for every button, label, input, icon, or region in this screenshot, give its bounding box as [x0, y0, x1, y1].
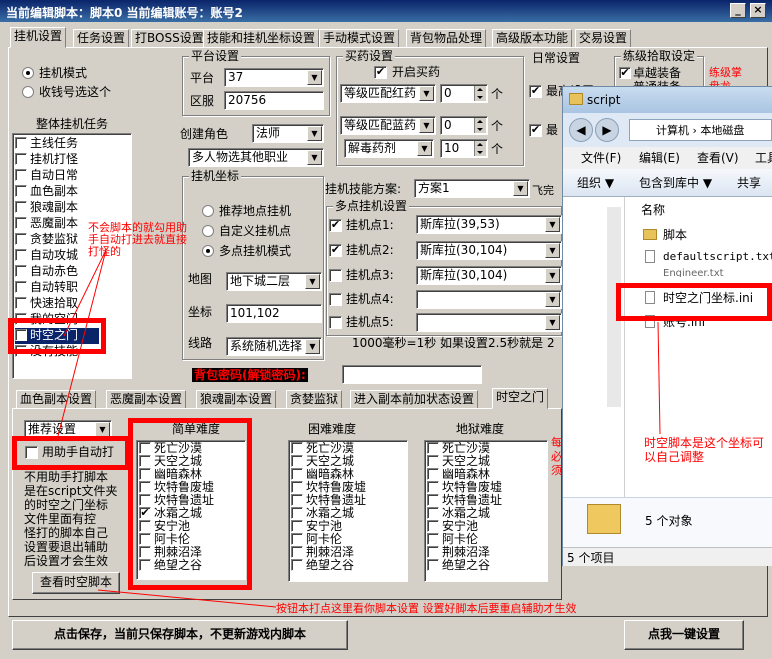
- arrow-line: [63, 249, 107, 337]
- annotation-arrows: [57, 249, 661, 608]
- arrow-line: [57, 249, 107, 437]
- arrow-line: [97, 589, 277, 608]
- arrow-line: [657, 321, 661, 435]
- subtab-gate[interactable]: 时空之门: [492, 388, 549, 409]
- tab-hangup[interactable]: 挂机设置: [10, 27, 67, 48]
